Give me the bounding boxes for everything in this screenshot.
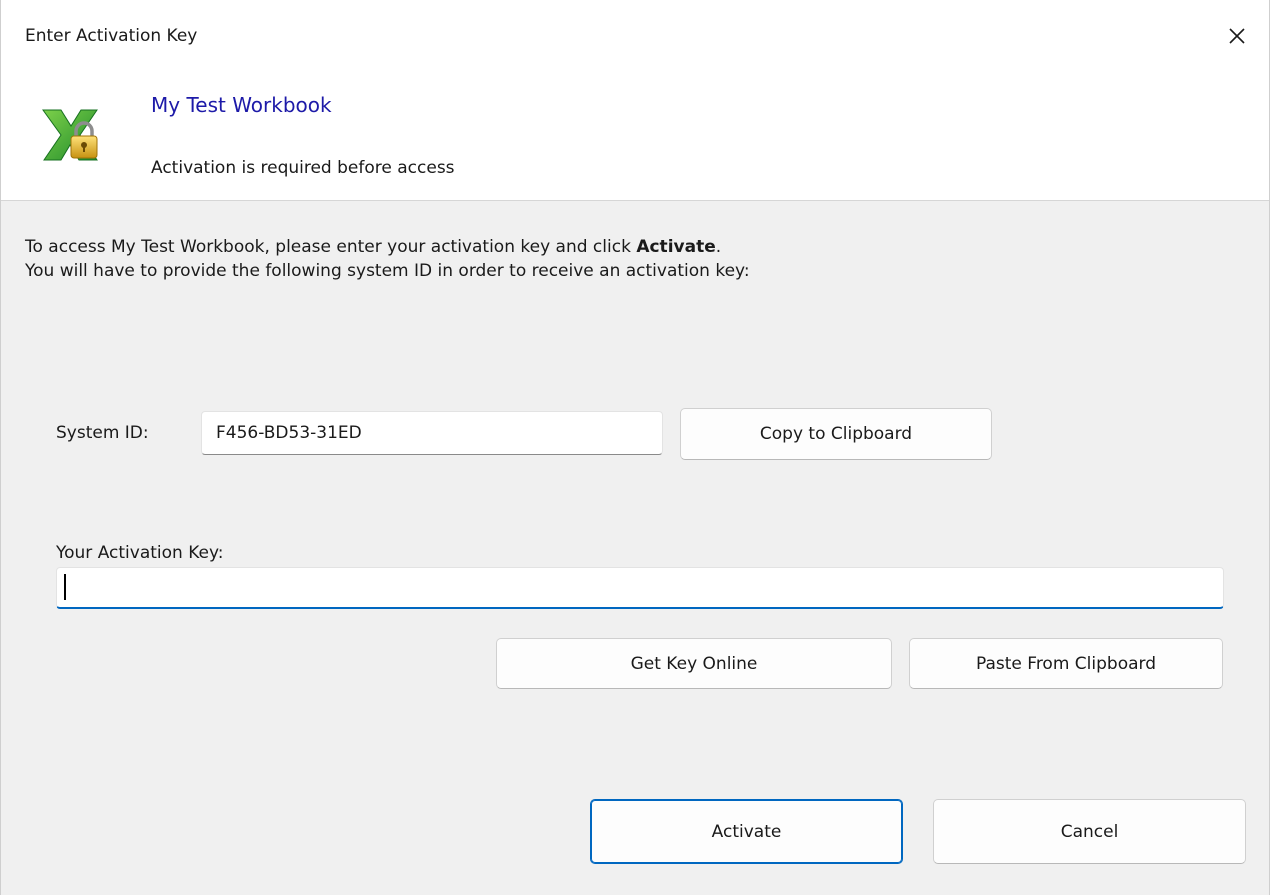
instructions-line-1-prefix: To access My Test Workbook, please enter… bbox=[25, 237, 637, 257]
title-bar: Enter Activation Key bbox=[1, 0, 1269, 70]
header-subtitle: Activation is required before access bbox=[151, 158, 455, 178]
instructions-line-1: To access My Test Workbook, please enter… bbox=[25, 235, 750, 259]
instructions-line-1-suffix: . bbox=[715, 237, 722, 257]
paste-from-clipboard-button[interactable]: Paste From Clipboard bbox=[909, 638, 1223, 689]
instructions-text: To access My Test Workbook, please enter… bbox=[25, 235, 750, 283]
excel-lock-icon bbox=[39, 102, 103, 166]
cancel-button[interactable]: Cancel bbox=[933, 799, 1246, 864]
product-name: My Test Workbook bbox=[151, 93, 332, 117]
close-icon bbox=[1229, 28, 1245, 44]
close-button[interactable] bbox=[1219, 18, 1255, 54]
window-title: Enter Activation Key bbox=[25, 26, 198, 46]
dialog-header: My Test Workbook Activation is required … bbox=[1, 70, 1269, 201]
instructions-line-2: You will have to provide the following s… bbox=[25, 261, 750, 281]
system-id-field[interactable] bbox=[201, 411, 663, 455]
activation-key-label: Your Activation Key: bbox=[56, 543, 224, 563]
system-id-label: System ID: bbox=[56, 423, 149, 443]
activation-key-input[interactable] bbox=[56, 567, 1224, 609]
activation-dialog: Enter Activation Key My Test Workbook Ac… bbox=[0, 0, 1270, 895]
text-cursor bbox=[64, 574, 66, 600]
get-key-online-button[interactable]: Get Key Online bbox=[496, 638, 892, 689]
copy-to-clipboard-button[interactable]: Copy to Clipboard bbox=[680, 408, 992, 460]
activate-button[interactable]: Activate bbox=[590, 799, 903, 864]
instructions-activate-emphasis: Activate bbox=[636, 237, 716, 257]
